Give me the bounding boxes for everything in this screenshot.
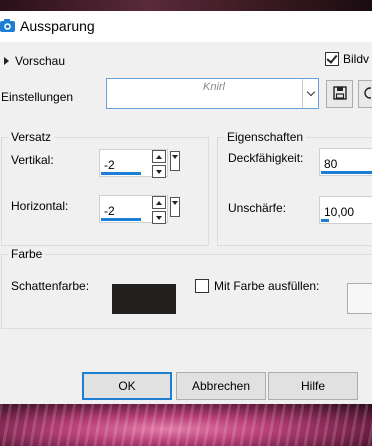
blur-value: 10,00 bbox=[324, 205, 355, 219]
blur-label: Unschärfe: bbox=[228, 201, 287, 215]
spin-up-icon[interactable] bbox=[152, 196, 166, 209]
fill-color-label: Mit Farbe ausfüllen: bbox=[214, 279, 320, 293]
bild-label: Bildv bbox=[343, 52, 370, 66]
vertical-menu-arrow[interactable] bbox=[170, 151, 180, 171]
cancel-button[interactable]: Abbrechen bbox=[176, 372, 266, 400]
help-button[interactable]: Hilfe bbox=[268, 372, 358, 400]
preview-label: Vorschau bbox=[15, 54, 66, 68]
opacity-label: Deckfähigkeit: bbox=[228, 151, 304, 165]
background-image-bottom bbox=[0, 404, 372, 446]
fill-color-row[interactable]: Mit Farbe ausfüllen: bbox=[195, 279, 319, 293]
vertical-spinner[interactable] bbox=[152, 150, 166, 178]
bild-checkbox[interactable] bbox=[325, 52, 339, 66]
opacity-input[interactable]: 80 bbox=[319, 148, 372, 176]
preset-value: Knirl bbox=[203, 81, 226, 93]
fill-color-checkbox[interactable] bbox=[195, 279, 209, 293]
background-image-top bbox=[0, 0, 372, 11]
dialog-window: Aussparung Vorschau Bildv Einstellungen … bbox=[0, 11, 372, 404]
eigenschaften-title: Eigenschaften bbox=[224, 130, 307, 144]
ok-button[interactable]: OK bbox=[82, 372, 172, 400]
horizontal-spinner[interactable] bbox=[152, 196, 166, 224]
save-icon bbox=[332, 85, 347, 103]
horizontal-value: -2 bbox=[104, 204, 115, 218]
vertical-label: Vertikal: bbox=[11, 153, 54, 167]
caret-right-icon bbox=[4, 57, 9, 65]
spin-up-icon[interactable] bbox=[152, 150, 166, 163]
cancel-label: Abbrechen bbox=[191, 379, 251, 393]
chevron-down-icon[interactable] bbox=[302, 79, 318, 108]
horizontal-menu-arrow[interactable] bbox=[170, 197, 180, 217]
camera-icon bbox=[0, 18, 17, 34]
bild-checkbox-row[interactable]: Bildv bbox=[325, 52, 369, 66]
help-label: Hilfe bbox=[300, 379, 325, 393]
shadow-color-label: Schattenfarbe: bbox=[11, 279, 90, 293]
horizontal-label: Horizontal: bbox=[11, 199, 69, 213]
opacity-value: 80 bbox=[324, 157, 338, 171]
blur-slider-bar[interactable] bbox=[321, 219, 329, 222]
shadow-color-swatch[interactable] bbox=[112, 284, 176, 314]
preset-dropdown[interactable]: Knirl bbox=[106, 78, 319, 109]
ok-label: OK bbox=[118, 379, 136, 393]
vertical-slider-bar[interactable] bbox=[101, 172, 141, 175]
background-texture bbox=[0, 404, 372, 446]
vertical-value: -2 bbox=[104, 158, 115, 172]
fill-color-swatch[interactable] bbox=[347, 283, 372, 314]
preview-toggle[interactable]: Vorschau bbox=[4, 54, 65, 68]
settings-label: Einstellungen bbox=[1, 90, 74, 104]
opacity-slider-bar[interactable] bbox=[321, 171, 372, 174]
options-icon bbox=[361, 86, 372, 103]
blur-input[interactable]: 10,00 bbox=[319, 196, 372, 224]
spin-down-icon[interactable] bbox=[152, 211, 166, 224]
save-preset-button[interactable] bbox=[326, 80, 353, 108]
spin-down-icon[interactable] bbox=[152, 165, 166, 178]
title-bar: Aussparung bbox=[0, 11, 372, 42]
horizontal-slider-bar[interactable] bbox=[101, 218, 141, 221]
farbe-title: Farbe bbox=[8, 247, 46, 261]
versatz-title: Versatz bbox=[8, 130, 55, 144]
window-title: Aussparung bbox=[20, 18, 95, 34]
more-options-button[interactable] bbox=[358, 80, 372, 108]
